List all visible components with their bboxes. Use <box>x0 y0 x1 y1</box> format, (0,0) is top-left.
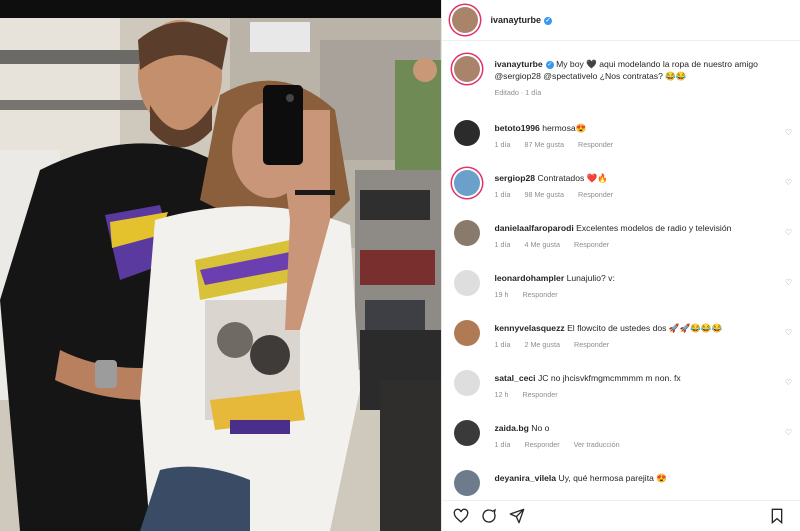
reply-button[interactable]: Responder <box>574 340 609 349</box>
comment-time: 1 día <box>494 190 511 199</box>
comment-likes[interactable]: 98 Me gusta <box>524 190 564 199</box>
comment-username[interactable]: leonardohampler <box>494 273 564 283</box>
verified-icon: ✓ <box>543 17 552 25</box>
comment-text: Uy, qué hermosa parejita 😍 <box>558 473 667 483</box>
reply-button[interactable]: Responder <box>524 440 559 449</box>
comment-avatar[interactable] <box>454 120 481 146</box>
comment-username[interactable]: zaida.bg <box>494 423 528 433</box>
heart-icon[interactable]: ♡ <box>785 178 792 187</box>
reply-button[interactable]: Responder <box>574 240 609 249</box>
reply-button[interactable]: Responder <box>522 390 557 399</box>
comment-likes[interactable]: 87 Me gusta <box>524 140 564 149</box>
share-icon[interactable] <box>508 507 526 525</box>
comment-text: Contratados ❤️🔥 <box>537 173 609 183</box>
caption-text: ivanayturbe ✓ My boy 🖤 aqui modelando la … <box>494 58 780 82</box>
heart-icon[interactable]: ♡ <box>785 378 792 387</box>
post-photo[interactable] <box>0 0 442 531</box>
comment-username[interactable]: satal_ceci <box>494 373 535 383</box>
comment-text: Lunajulio? v: <box>566 273 615 283</box>
comment-text: hermosa😍 <box>542 123 587 133</box>
caption: ivanayturbe ✓ My boy 🖤 aqui modelando la … <box>454 56 792 106</box>
comment-time: 12 h <box>494 390 509 399</box>
comment-avatar[interactable] <box>454 170 481 196</box>
comment-avatar[interactable] <box>454 320 481 346</box>
bookmark-icon[interactable] <box>768 507 786 525</box>
comment-avatar[interactable] <box>454 370 481 396</box>
author-username-text[interactable]: ivanayturbe <box>490 15 541 25</box>
comment-avatar[interactable] <box>454 270 481 296</box>
heart-icon[interactable]: ♡ <box>785 128 792 137</box>
author-avatar[interactable] <box>452 7 479 33</box>
caption-time: Editado · 1 día <box>494 88 542 97</box>
comment-username[interactable]: kennyvelasquezz <box>494 323 564 333</box>
verified-icon: ✓ <box>545 61 554 69</box>
instagram-post-view: ivanayturbe ✓ ivanayturbe ✓ My boy 🖤 aqui … <box>0 0 800 531</box>
comments-panel: ivanayturbe ✓ ivanayturbe ✓ My boy 🖤 aqui … <box>441 0 800 531</box>
comment-item: leonardohampler Lunajulio? v: 19 h Respon… <box>454 270 792 310</box>
heart-icon[interactable]: ♡ <box>785 278 792 287</box>
reply-button[interactable]: Responder <box>578 140 613 149</box>
reply-button[interactable]: Responder <box>578 190 613 199</box>
comment-time: 19 h <box>494 290 509 299</box>
comment-text: JC no jhcisvkfmgmcmmmm m non. fx <box>537 373 681 383</box>
comment-icon[interactable] <box>480 507 498 525</box>
action-bar <box>442 500 800 531</box>
comment-username[interactable]: deyanira_vilela <box>494 473 556 483</box>
comment-item: satal_ceci JC no jhcisvkfmgmcmmmm m non.… <box>454 370 792 410</box>
caption-avatar[interactable] <box>454 56 481 82</box>
post-header: ivanayturbe ✓ <box>442 0 800 41</box>
caption-username[interactable]: ivanayturbe <box>494 59 542 69</box>
heart-icon[interactable]: ♡ <box>785 428 792 437</box>
comment-time: 1 día <box>494 140 511 149</box>
comment-item: danielaalfaroparodi Excelentes modelos d… <box>454 220 792 260</box>
comment-time: 1 día <box>494 240 511 249</box>
heart-icon[interactable]: ♡ <box>785 328 792 337</box>
comment-item: sergiop28 Contratados ❤️🔥 1 día 98 Me gus… <box>454 170 792 210</box>
comment-avatar[interactable] <box>454 470 481 496</box>
comment-avatar[interactable] <box>454 220 481 246</box>
comment-avatar[interactable] <box>454 420 481 446</box>
author-username[interactable]: ivanayturbe ✓ <box>490 15 552 25</box>
comment-item: deyanira_vilela Uy, qué hermosa parejita… <box>454 470 792 500</box>
comment-item: zaida.bg No o 1 día Responder Ver traducci… <box>454 420 792 460</box>
comment-text: No o <box>531 423 550 433</box>
translate-button[interactable]: Ver traducción <box>574 440 620 449</box>
comment-time: 1 día <box>494 340 511 349</box>
comment-item: betoto1996 hermosa😍 1 día 87 Me gusta Resp… <box>454 120 792 160</box>
couple-photo <box>0 0 442 531</box>
comment-username[interactable]: sergiop28 <box>494 173 535 183</box>
heart-icon[interactable] <box>452 507 470 525</box>
comment-username[interactable]: danielaalfaroparodi <box>494 223 573 233</box>
reply-button[interactable]: Responder <box>522 290 557 299</box>
comment-text: El flowcito de ustedes dos 🚀🚀😂😂😂 <box>567 323 723 333</box>
comment-item: kennyvelasquezz El flowcito de ustedes d… <box>454 320 792 360</box>
comment-username[interactable]: betoto1996 <box>494 123 539 133</box>
comment-time: 1 día <box>494 440 511 449</box>
comment-text: Excelentes modelos de radio y televisión <box>576 223 732 233</box>
comment-likes[interactable]: 2 Me gusta <box>524 340 560 349</box>
caption-meta: Editado · 1 día <box>494 88 780 97</box>
heart-icon[interactable]: ♡ <box>785 228 792 237</box>
comment-likes[interactable]: 4 Me gusta <box>524 240 560 249</box>
